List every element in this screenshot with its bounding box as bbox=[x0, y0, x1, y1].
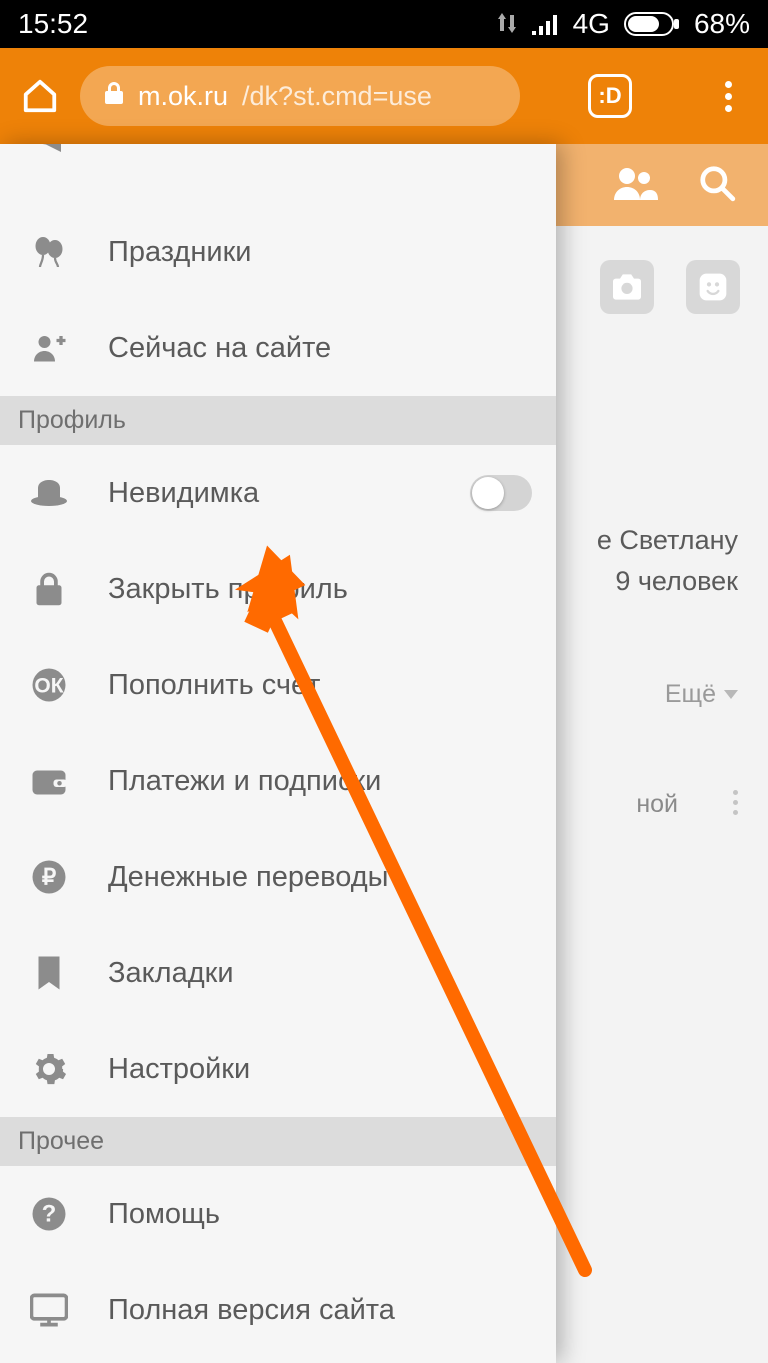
sidebar-item-label: Праздники bbox=[108, 236, 532, 269]
sidebar-item-bookmarks[interactable]: Закладки bbox=[0, 925, 556, 1021]
sidebar-item-help[interactable]: ? Помощь bbox=[0, 1166, 556, 1262]
more-link[interactable]: Ещё bbox=[665, 680, 738, 709]
network-label: 4G bbox=[573, 8, 610, 40]
sidebar-item-label: Закладки bbox=[108, 957, 532, 990]
search-icon[interactable] bbox=[698, 164, 736, 207]
sidebar-item-label: Помощь bbox=[108, 1198, 532, 1231]
svg-text:ОК: ОК bbox=[34, 675, 63, 698]
sidebar-item-label: Полная версия сайта bbox=[108, 1294, 532, 1327]
gear-icon bbox=[24, 1051, 74, 1087]
lock-icon bbox=[24, 571, 74, 607]
menu-button[interactable] bbox=[706, 74, 750, 118]
behind-text: е Светлану 9 человек bbox=[597, 520, 738, 601]
sidebar-item-exit[interactable]: Выход bbox=[0, 1358, 556, 1363]
sidebar-item-settings[interactable]: Настройки bbox=[0, 1021, 556, 1117]
side-drawer: Рекламный кабинет Праздники Сейчас на са… bbox=[0, 144, 556, 1363]
section-other: Прочее bbox=[0, 1117, 556, 1166]
sidebar-item-label: Пополнить счёт bbox=[108, 669, 532, 702]
monitor-icon bbox=[24, 1293, 74, 1327]
sidebar-item-label: Закрыть профиль bbox=[108, 573, 532, 606]
status-bar: 15:52 4G 68% bbox=[0, 0, 768, 48]
sidebar-item-topup[interactable]: ОК Пополнить счёт bbox=[0, 637, 556, 733]
sidebar-item-holidays[interactable]: Праздники bbox=[0, 204, 556, 300]
signal-icon bbox=[531, 13, 559, 35]
person-add-icon bbox=[24, 330, 74, 366]
item-menu-icon[interactable] bbox=[733, 790, 738, 815]
sidebar-item-label: Рекламный кабинет bbox=[108, 144, 532, 151]
updown-icon bbox=[497, 8, 517, 40]
balloons-icon bbox=[24, 234, 74, 270]
sidebar-item-online[interactable]: Сейчас на сайте bbox=[0, 300, 556, 396]
sidebar-item-ads[interactable]: Рекламный кабинет bbox=[0, 144, 556, 204]
behind-line3: ной bbox=[636, 790, 678, 819]
sidebar-item-close-profile[interactable]: Закрыть профиль bbox=[0, 541, 556, 637]
home-icon[interactable] bbox=[18, 74, 62, 118]
sidebar-item-label: Денежные переводы bbox=[108, 861, 532, 894]
battery-label: 68% bbox=[694, 8, 750, 40]
tabs-button[interactable]: :D bbox=[588, 74, 632, 118]
megaphone-icon bbox=[24, 144, 74, 158]
wallet-icon bbox=[24, 765, 74, 797]
sidebar-item-desktop[interactable]: Полная версия сайта bbox=[0, 1262, 556, 1358]
sidebar-item-transfers[interactable]: ₽ Денежные переводы bbox=[0, 829, 556, 925]
help-icon: ? bbox=[24, 1196, 74, 1232]
behind-line2: 9 человек bbox=[597, 561, 738, 602]
sidebar-item-invisible[interactable]: Невидимка bbox=[0, 445, 556, 541]
sidebar-item-label: Невидимка bbox=[108, 477, 436, 510]
url-path: /dk?st.cmd=use bbox=[242, 81, 432, 112]
svg-text:₽: ₽ bbox=[42, 865, 57, 890]
status-time: 15:52 bbox=[18, 8, 88, 40]
status-right: 4G 68% bbox=[497, 8, 750, 40]
lock-icon bbox=[104, 81, 124, 112]
bookmark-icon bbox=[24, 955, 74, 991]
sidebar-item-label: Настройки bbox=[108, 1053, 532, 1086]
sidebar-item-payments[interactable]: Платежи и подписки bbox=[0, 733, 556, 829]
url-box[interactable]: m.ok.ru/dk?st.cmd=use bbox=[80, 66, 520, 126]
section-profile: Профиль bbox=[0, 396, 556, 445]
topup-icon: ОК bbox=[24, 667, 74, 703]
battery-icon bbox=[624, 12, 680, 36]
ruble-icon: ₽ bbox=[24, 859, 74, 895]
hat-icon bbox=[24, 478, 74, 508]
sidebar-item-label: Платежи и подписки bbox=[108, 765, 532, 798]
chevron-down-icon bbox=[724, 690, 738, 699]
friends-icon[interactable] bbox=[612, 166, 658, 205]
sidebar-item-label: Сейчас на сайте bbox=[108, 332, 532, 365]
svg-text:?: ? bbox=[42, 1201, 57, 1228]
header-action-row bbox=[600, 260, 740, 314]
smile-icon[interactable] bbox=[686, 260, 740, 314]
invisible-toggle[interactable] bbox=[470, 475, 532, 511]
url-host: m.ok.ru bbox=[138, 81, 228, 112]
behind-line1: е Светлану bbox=[597, 520, 738, 561]
camera-icon[interactable] bbox=[600, 260, 654, 314]
browser-bar: m.ok.ru/dk?st.cmd=use :D bbox=[0, 48, 768, 144]
